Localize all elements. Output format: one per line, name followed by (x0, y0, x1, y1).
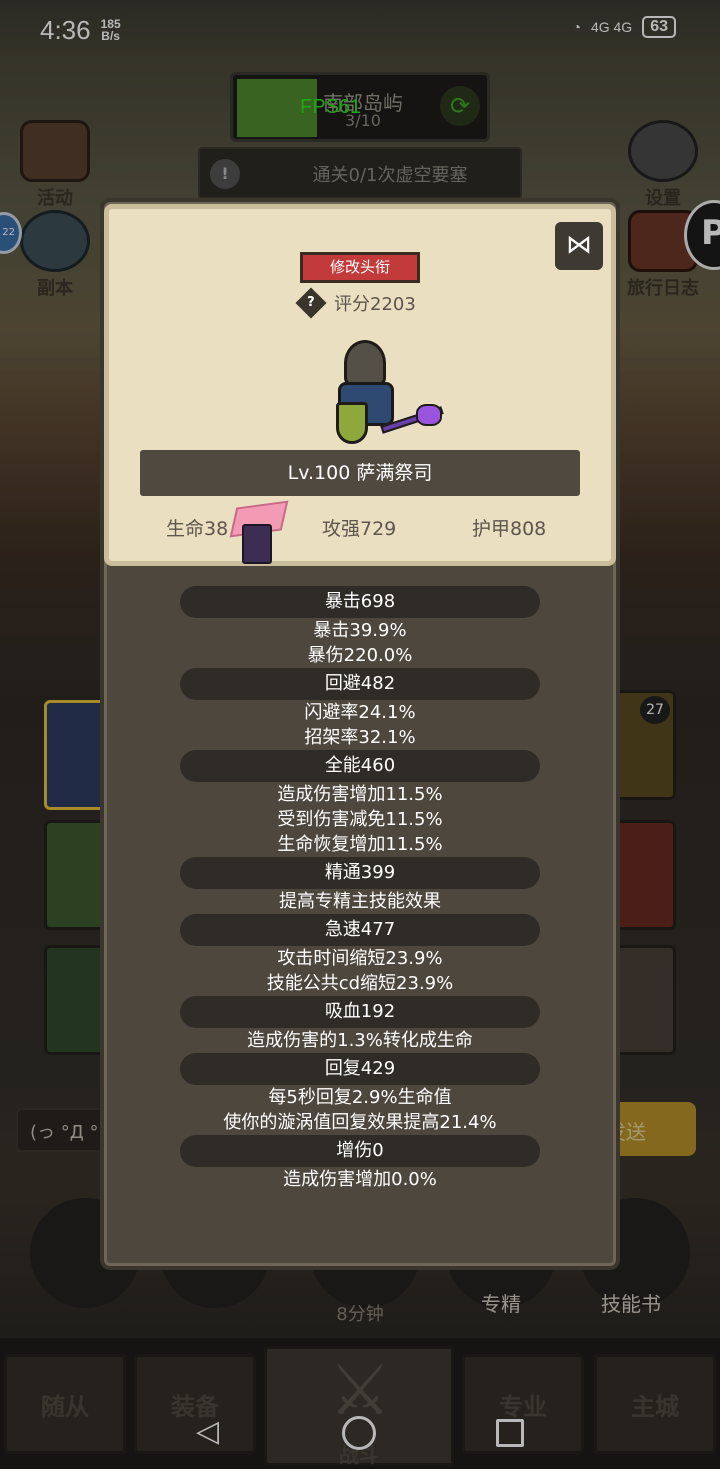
section-line: 使你的漩涡值回复效果提高21.4% (223, 1112, 497, 1133)
section-header: 精通399 (180, 857, 540, 889)
change-title-button[interactable]: 修改头衔 (300, 252, 420, 283)
section-line: 暴击39.9% (313, 620, 407, 641)
section-line: 技能公共cd缩短23.9% (266, 973, 454, 994)
section-line: 招架率32.1% (304, 727, 416, 748)
section-line: 造成伤害增加0.0% (283, 1169, 437, 1190)
shield-sprite (336, 402, 368, 444)
section-line: 每5秒回复2.9%生命值 (268, 1087, 452, 1108)
score-row: ? 评分2203 (295, 287, 416, 319)
section-line: 造成伤害的1.3%转化成生命 (247, 1030, 473, 1051)
section-line: 提高专精主技能效果 (279, 891, 441, 912)
stat-hp: 生命38 (166, 518, 229, 540)
item-base-sprite (242, 524, 272, 564)
character-sprite (320, 338, 450, 456)
stat-attack: 攻强729 (322, 518, 397, 540)
help-diamond-icon[interactable]: ? (295, 287, 327, 319)
section-header: 吸血192 (180, 996, 540, 1028)
dragged-item-icon[interactable] (228, 500, 292, 564)
section-header: 暴击698 (180, 586, 540, 618)
section-header: 回避482 (180, 668, 540, 700)
section-header: 全能460 (180, 750, 540, 782)
share-icon[interactable]: ⋈ (555, 222, 603, 270)
stat-list: 暴击698 暴击39.9% 暴伤220.0% 回避482 闪避率24.1% 招架… (104, 586, 616, 1192)
section-line: 生命恢复增加11.5% (277, 834, 443, 855)
staff-head-sprite (416, 404, 442, 426)
helmet-sprite (344, 340, 386, 386)
section-line: 攻击时间缩短23.9% (277, 948, 443, 969)
section-line: 受到伤害减免11.5% (277, 809, 443, 830)
stat-armor: 护甲808 (472, 518, 547, 540)
section-header: 回复429 (180, 1053, 540, 1085)
section-line: 造成伤害增加11.5% (277, 784, 443, 805)
section-header: 急速477 (180, 914, 540, 946)
section-line: 闪避率24.1% (304, 702, 416, 723)
section-header: 增伤0 (180, 1135, 540, 1167)
score-text: 评分2203 (334, 294, 416, 315)
section-line: 暴伤220.0% (307, 645, 413, 666)
character-name: Lv.100 萨满祭司 (140, 450, 580, 496)
main-stats-row: 生命38 攻强729 护甲808 (140, 514, 580, 542)
